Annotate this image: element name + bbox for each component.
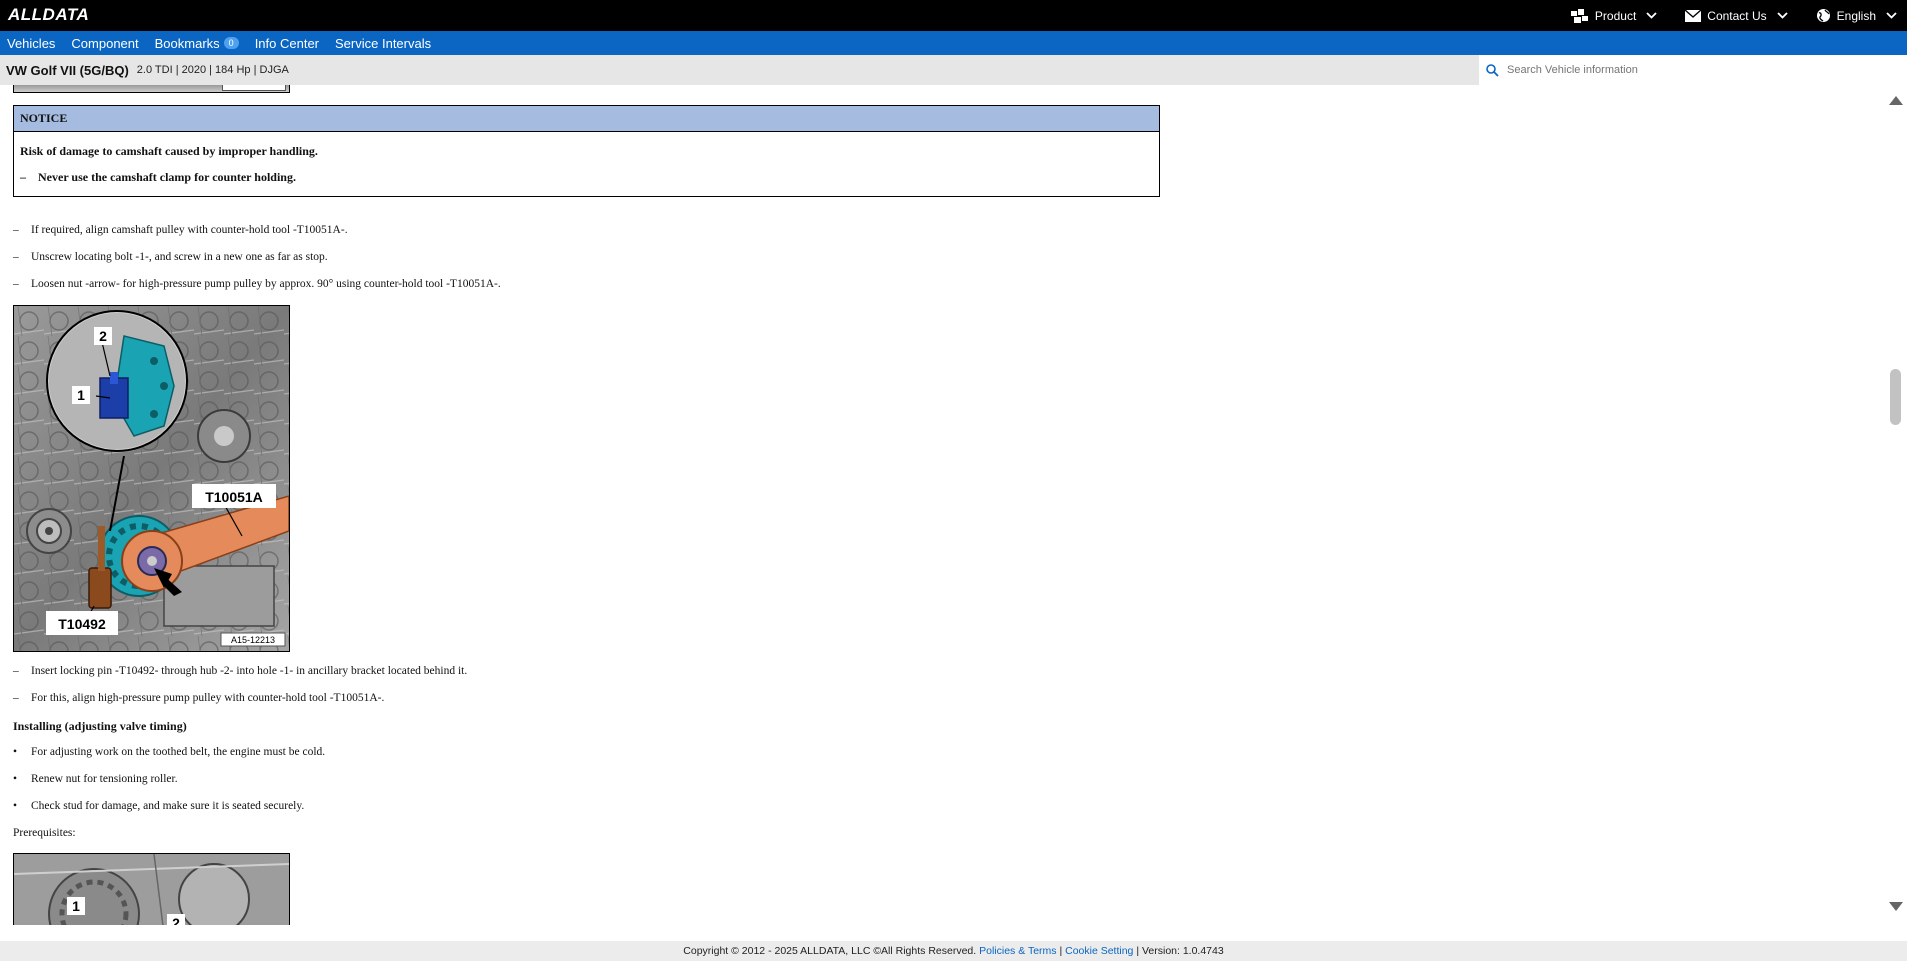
dash-marker: – [13,251,19,263]
step-item: – Loosen nut -arrow- for high-pressure pu… [13,278,501,290]
copyright-text: Copyright © 2012 - 2025 ALLDATA, LLC ©Al… [683,945,977,957]
engine-illustration: 2 1 T10051A T10492 A15-12213 [14,306,289,651]
dash-marker: – [13,224,19,236]
step-text: Loosen nut -arrow- for high-pressure pum… [31,278,501,290]
scroll-down-arrow-icon[interactable] [1889,902,1903,911]
bullet-marker: • [13,800,18,812]
main-nav: Vehicles Component Bookmarks 0 Info Cent… [0,31,1907,55]
bullet-text: For adjusting work on the toothed belt, … [31,746,326,758]
dash-marker: – [20,170,26,184]
product-icon [1570,8,1588,23]
engine-illustration-2: 1 2 [14,854,289,925]
footer-separator: | [1059,945,1063,957]
bullet-item: • Check stud for damage, and make sure it… [13,800,304,812]
callout-1-label: 1 [77,387,85,403]
callout-1-label: 1 [72,898,80,914]
scroll-up-arrow-icon[interactable] [1889,96,1903,105]
notice-instruction-text: Never use the camshaft clamp for counter… [38,170,296,184]
step-text: If required, align camshaft pulley with … [31,224,348,236]
search-icon [1486,63,1499,77]
contact-menu[interactable]: Contact Us [1685,9,1793,23]
figure-tag [222,85,286,91]
top-bar: ALLDATA Product Contact Us English [0,0,1907,31]
step-text: For this, align high-pressure pump pulle… [31,692,385,704]
footer: Copyright © 2012 - 2025 ALLDATA, LLC ©Al… [0,941,1907,961]
chevron-down-icon [1886,12,1897,19]
dash-marker: – [13,665,19,677]
notice-warning-text: Risk of damage to camshaft caused by imp… [20,144,318,158]
cookie-setting-link[interactable]: Cookie Setting [1065,945,1133,957]
product-label: Product [1594,8,1637,23]
mail-icon [1685,9,1702,22]
contact-label: Contact Us [1707,8,1767,23]
language-menu[interactable]: English [1816,8,1903,23]
bullet-text: Renew nut for tensioning roller. [31,773,178,785]
step-item: – If required, align camshaft pulley with… [13,224,348,236]
product-menu[interactable]: Product [1570,8,1663,23]
vehicle-search [1478,55,1907,85]
search-input[interactable] [1505,63,1869,77]
vehicle-bar: VW Golf VII (5G/BQ) 2.0 TDI | 2020 | 184… [0,55,1478,85]
bullet-item: • Renew nut for tensioning roller. [13,773,178,785]
tool-a-label: T10051A [205,489,263,505]
procedure-figure[interactable]: 2 1 T10051A T10492 A15-12213 [13,305,290,652]
bullet-marker: • [13,746,18,758]
dash-marker: – [13,692,19,704]
top-nav: Product Contact Us English [1570,0,1907,31]
bullet-marker: • [13,773,18,785]
globe-icon [1816,9,1830,22]
policies-link[interactable]: Policies & Terms [979,945,1056,957]
chevron-down-icon [1646,12,1657,19]
tool-b-label: T10492 [58,616,106,632]
alldata-logo[interactable]: ALLDATA [8,5,89,25]
previous-figure-bottom [13,85,290,93]
prerequisites-label: Prerequisites: [13,827,76,839]
vehicle-details: 2.0 TDI | 2020 | 184 Hp | DJGA [136,64,289,76]
chevron-down-icon [1777,12,1788,19]
nav-component[interactable]: Component [71,36,138,51]
prerequisites-figure[interactable]: 1 2 [13,853,290,925]
vehicle-title: VW Golf VII (5G/BQ) [6,62,129,78]
bullet-text: Check stud for damage, and make sure it … [31,800,305,812]
notice-header: NOTICE [14,106,1159,132]
dash-marker: – [13,278,19,290]
nav-vehicles[interactable]: Vehicles [7,36,55,51]
content-scrollbar[interactable] [1886,85,1907,925]
step-text: Insert locking pin -T10492- through hub … [31,665,468,677]
notice-box: NOTICE Risk of damage to camshaft caused… [13,105,1160,197]
step-item: – Unscrew locating bolt -1-, and screw in… [13,251,328,263]
figure-id-label: A15-12213 [231,635,275,645]
step-text: Unscrew locating bolt -1-, and screw in … [31,251,328,263]
callout-2-label: 2 [172,915,180,925]
callout-2-label: 2 [99,328,107,344]
procedure-content: NOTICE Risk of damage to camshaft caused… [0,85,1886,925]
step-item: – For this, align high-pressure pump pull… [13,692,384,704]
scrollbar-thumb[interactable] [1890,369,1901,425]
nav-bookmarks-label: Bookmarks [154,35,220,51]
bookmarks-count-badge: 0 [223,37,239,49]
nav-service-intervals[interactable]: Service Intervals [335,36,431,51]
version-text: | Version: 1.0.4743 [1136,945,1224,957]
bullet-item: • For adjusting work on the toothed belt,… [13,746,325,758]
nav-info-center[interactable]: Info Center [255,36,319,51]
step-item: – Insert locking pin -T10492- through hub… [13,665,467,677]
section-heading: Installing (adjusting valve timing) [13,719,187,733]
nav-bookmarks[interactable]: Bookmarks 0 [155,36,239,51]
language-label: English [1836,8,1876,23]
notice-instruction: – Never use the camshaft clamp for counte… [20,170,296,185]
